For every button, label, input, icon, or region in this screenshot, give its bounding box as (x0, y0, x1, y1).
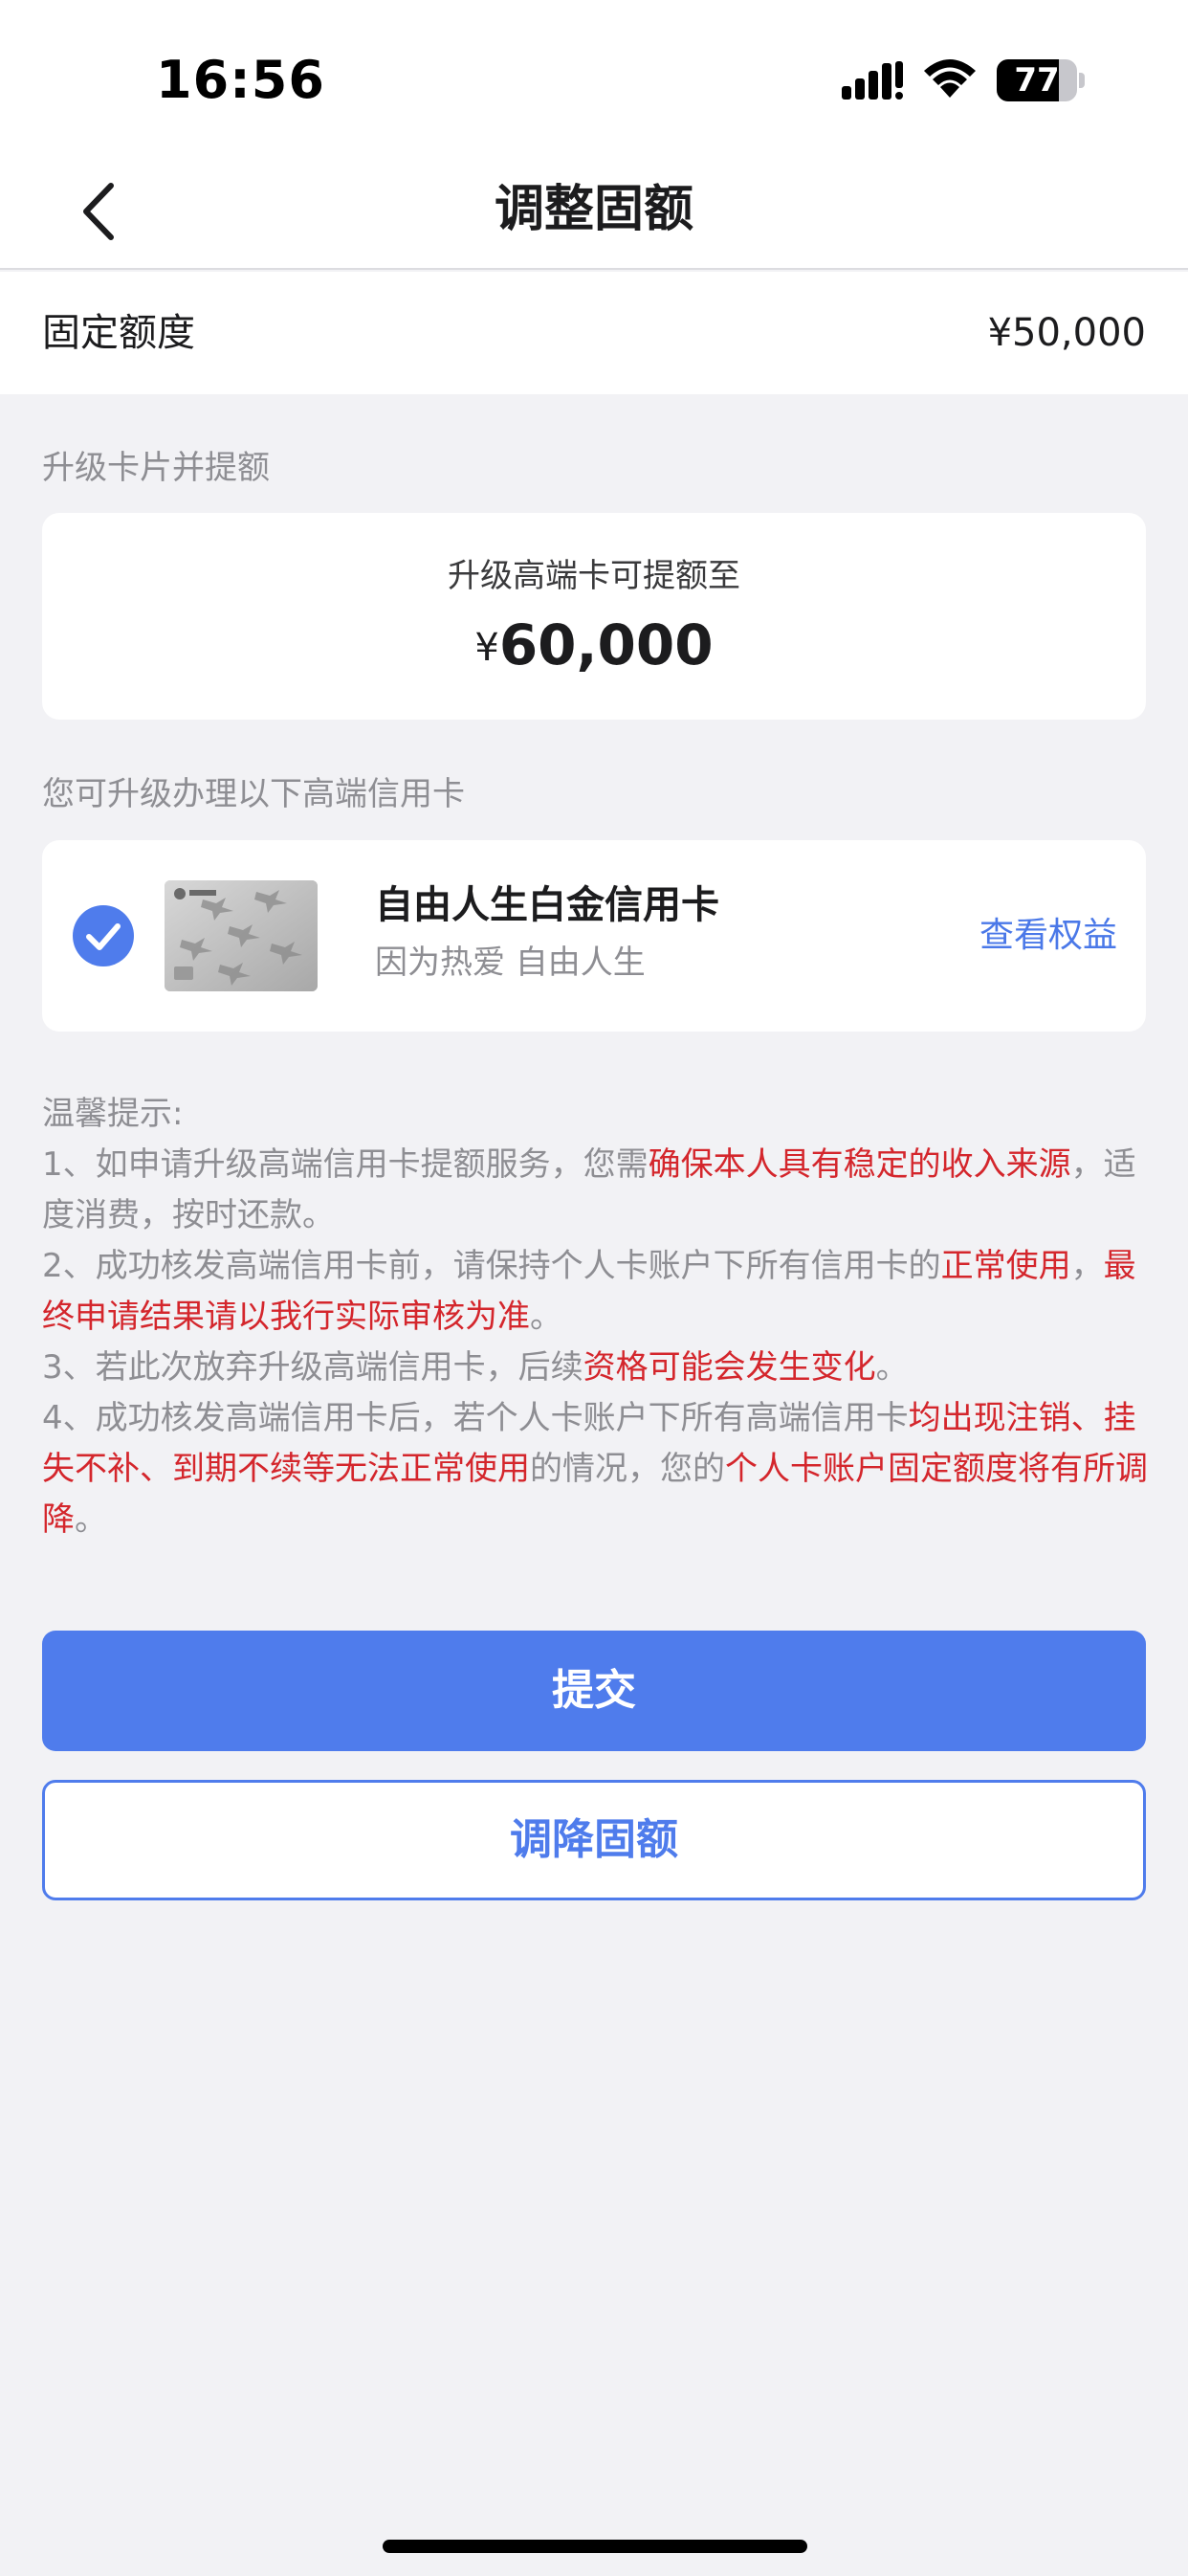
checkmark-circle-icon[interactable] (73, 905, 134, 966)
upgrade-limit-amount: ¥60,000 (42, 607, 1146, 698)
tip-text: 。 (875, 1348, 909, 1387)
fixed-limit-row: 固定额度 ¥50,000 (0, 272, 1188, 394)
nav-bar: 调整固额 (0, 153, 1188, 270)
card-name: 自由人生白金信用卡 (375, 883, 719, 927)
tip-text: 。 (75, 1500, 107, 1539)
status-time: 16:56 (156, 50, 325, 110)
wifi-icon (924, 59, 976, 98)
tip-text: 3、若此次放弃升级高端信用卡，后续 (42, 1348, 583, 1387)
battery-icon: 77 (997, 59, 1085, 101)
tip-highlight-text: 资格可能会发生变化 (583, 1348, 876, 1387)
status-bar: 16:56 77 (0, 0, 1188, 153)
view-benefits-link[interactable]: 查看权益 (979, 911, 1117, 961)
home-indicator (383, 2540, 807, 2553)
tip-item: 3、若此次放弃升级高端信用卡，后续资格可能会发生变化。 (42, 1343, 1152, 1393)
tip-text: ， (1070, 1247, 1104, 1285)
submit-button[interactable]: 提交 (42, 1631, 1146, 1751)
fixed-limit-value: ¥50,000 (987, 311, 1146, 355)
tip-highlight-text: 确保本人具有稳定的收入来源 (648, 1145, 1071, 1184)
credit-card-option[interactable]: 自由人生白金信用卡 因为热爱 自由人生 查看权益 (42, 840, 1146, 1032)
currency-symbol: ¥ (474, 626, 499, 670)
reduce-limit-button[interactable]: 调降固额 (42, 1780, 1146, 1900)
tip-text: 的情况，您的 (530, 1450, 725, 1488)
tips-title: 温馨提示: (42, 1095, 184, 1133)
tip-text: 。 (530, 1298, 562, 1336)
tip-item: 1、如申请升级高端信用卡提额服务，您需确保本人具有稳定的收入来源，适度消费，按时… (42, 1140, 1152, 1241)
tip-text: 4、成功核发高端信用卡后，若个人卡账户下所有高端信用卡 (42, 1399, 909, 1437)
card-slogan: 因为热爱 自由人生 (375, 944, 646, 982)
tip-text: 1、如申请升级高端信用卡提额服务，您需 (42, 1145, 649, 1184)
credit-card-image (165, 880, 318, 991)
tip-item: 2、成功核发高端信用卡前，请保持个人卡账户下所有信用卡的正常使用，最终申请结果请… (42, 1241, 1152, 1343)
upgrade-limit-card: 升级高端卡可提额至 ¥60,000 (42, 513, 1146, 720)
tips-list: 1、如申请升级高端信用卡提额服务，您需确保本人具有稳定的收入来源，适度消费，按时… (42, 1140, 1152, 1545)
tip-text: 2、成功核发高端信用卡前，请保持个人卡账户下所有信用卡的 (42, 1247, 941, 1285)
tip-item: 4、成功核发高端信用卡后，若个人卡账户下所有高端信用卡均出现注销、挂失不补、到期… (42, 1393, 1152, 1545)
cards-section-title: 您可升级办理以下高端信用卡 (42, 775, 465, 813)
page-title: 调整固额 (494, 181, 693, 238)
battery-percent: 77 (1014, 61, 1060, 100)
upgrade-amount-value: 60,000 (498, 612, 714, 677)
signal-icon (842, 61, 903, 100)
tips-section: 温馨提示: 1、如申请升级高端信用卡提额服务，您需确保本人具有稳定的收入来源，适… (42, 1089, 1152, 1545)
tip-highlight-text: 正常使用 (940, 1247, 1071, 1285)
upgrade-limit-label: 升级高端卡可提额至 (448, 557, 740, 595)
fixed-limit-label: 固定额度 (42, 311, 195, 355)
upgrade-section-title: 升级卡片并提额 (42, 449, 270, 487)
